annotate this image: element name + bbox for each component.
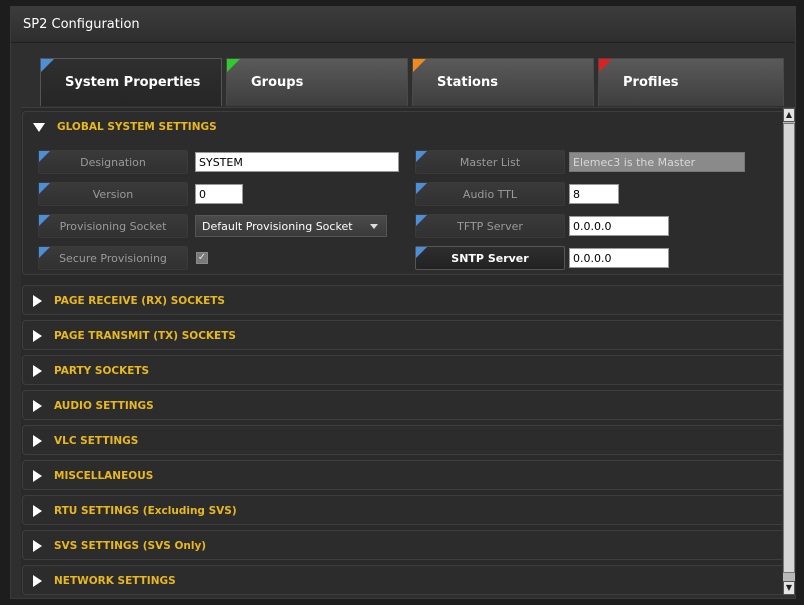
tab-label: Profiles — [623, 75, 679, 90]
miscellaneous-section[interactable]: MISCELLANEOUS — [22, 460, 795, 490]
expand-triangle-icon — [33, 400, 42, 412]
section-title: PARTY SOCKETS — [54, 365, 150, 377]
section-title: PAGE TRANSMIT (TX) SOCKETS — [54, 330, 236, 342]
flag-icon — [416, 247, 427, 258]
master-list-field: Elemec3 is the Master — [569, 152, 745, 172]
title-bar: SP2 Configuration — [11, 7, 795, 43]
section-header[interactable]: PARTY SOCKETS — [23, 356, 794, 386]
tab-system-properties[interactable]: System Properties — [40, 58, 222, 106]
global-system-settings-section: GLOBAL SYSTEM SETTINGS Designation SYSTE… — [22, 111, 795, 275]
tab-profiles[interactable]: Profiles — [598, 58, 784, 106]
section-title: GLOBAL SYSTEM SETTINGS — [57, 121, 217, 133]
designation-input[interactable]: SYSTEM — [195, 152, 399, 172]
expand-triangle-icon — [33, 575, 42, 587]
version-label: Version — [38, 182, 188, 206]
secure-provisioning-label-text: Secure Provisioning — [59, 251, 167, 265]
section-title: MISCELLANEOUS — [54, 470, 154, 482]
expand-triangle-icon — [33, 505, 42, 517]
expand-triangle-icon — [33, 540, 42, 552]
designation-label-text: Designation — [80, 155, 146, 169]
section-title: NETWORK SETTINGS — [54, 575, 176, 587]
party-sockets-section[interactable]: PARTY SOCKETS — [22, 355, 795, 385]
flag-icon — [416, 183, 427, 194]
settings-panel: GLOBAL SYSTEM SETTINGS Designation SYSTE… — [21, 107, 796, 595]
scroll-up-button[interactable]: ▲ — [783, 108, 795, 122]
provisioning-socket-dropdown[interactable]: Default Provisioning Socket — [195, 215, 387, 237]
section-title: SVS SETTINGS (SVS Only) — [54, 540, 207, 552]
section-header[interactable]: AUDIO SETTINGS — [23, 391, 794, 421]
flag-icon — [416, 151, 427, 162]
vertical-scrollbar[interactable]: ▲ ▼ — [782, 108, 795, 595]
window-title: SP2 Configuration — [23, 17, 140, 32]
master-list-label-text: Master List — [459, 155, 521, 169]
expand-triangle-icon — [33, 330, 42, 342]
flag-icon — [39, 215, 50, 226]
version-input[interactable]: 0 — [195, 184, 243, 204]
master-list-label: Master List — [415, 150, 565, 174]
red-flag-icon — [599, 59, 612, 72]
expand-triangle-icon — [33, 295, 42, 307]
flag-icon — [416, 215, 427, 226]
section-header[interactable]: SVS SETTINGS (SVS Only) — [23, 531, 794, 561]
section-header[interactable]: MISCELLANEOUS — [23, 461, 794, 491]
rtu-settings-section[interactable]: RTU SETTINGS (Excluding SVS) — [22, 495, 795, 525]
sp2-configuration-window: SP2 Configuration System Properties Grou… — [10, 6, 796, 599]
orange-flag-icon — [413, 59, 426, 72]
sntp-server-label-text: SNTP Server — [451, 251, 529, 265]
secure-provisioning-label: Secure Provisioning — [38, 246, 188, 270]
blue-flag-icon — [41, 59, 54, 72]
section-header[interactable]: NETWORK SETTINGS — [23, 566, 794, 596]
vlc-settings-section[interactable]: VLC SETTINGS — [22, 425, 795, 455]
audio-ttl-input[interactable]: 8 — [569, 184, 619, 204]
network-settings-section[interactable]: NETWORK SETTINGS — [22, 565, 795, 595]
audio-ttl-label: Audio TTL — [415, 182, 565, 206]
tftp-server-label-text: TFTP Server — [457, 219, 523, 233]
tab-stations[interactable]: Stations — [412, 58, 594, 106]
section-header[interactable]: VLC SETTINGS — [23, 426, 794, 456]
expand-triangle-icon — [33, 470, 42, 482]
tftp-server-input[interactable]: 0.0.0.0 — [569, 216, 669, 236]
tab-bar: System Properties Groups Stations Profil… — [40, 58, 785, 106]
section-title: RTU SETTINGS (Excluding SVS) — [54, 505, 237, 517]
section-title: VLC SETTINGS — [54, 435, 139, 447]
green-flag-icon — [227, 59, 240, 72]
flag-icon — [39, 247, 50, 258]
expand-triangle-icon — [33, 435, 42, 447]
section-header[interactable]: PAGE RECEIVE (RX) SOCKETS — [23, 286, 794, 316]
sntp-server-label: SNTP Server — [415, 246, 565, 270]
tab-groups[interactable]: Groups — [226, 58, 408, 106]
tab-label: System Properties — [65, 75, 201, 90]
provisioning-socket-label-text: Provisioning Socket — [59, 219, 167, 233]
scrollbar-thumb[interactable] — [783, 123, 795, 573]
secure-provisioning-checkbox[interactable]: ✓ — [196, 252, 208, 264]
section-header[interactable]: RTU SETTINGS (Excluding SVS) — [23, 496, 794, 526]
tftp-server-label: TFTP Server — [415, 214, 565, 238]
collapse-triangle-icon — [33, 122, 45, 132]
chevron-down-icon — [370, 224, 378, 229]
section-title: PAGE RECEIVE (RX) SOCKETS — [54, 295, 225, 307]
tab-label: Stations — [437, 75, 498, 90]
designation-label: Designation — [38, 150, 188, 174]
audio-ttl-label-text: Audio TTL — [462, 187, 518, 201]
svs-settings-section[interactable]: SVS SETTINGS (SVS Only) — [22, 530, 795, 560]
section-title: AUDIO SETTINGS — [54, 400, 154, 412]
flag-icon — [39, 183, 50, 194]
section-header[interactable]: PAGE TRANSMIT (TX) SOCKETS — [23, 321, 794, 351]
tab-label: Groups — [251, 75, 304, 90]
version-label-text: Version — [92, 187, 134, 201]
global-system-settings-header[interactable]: GLOBAL SYSTEM SETTINGS — [23, 112, 794, 142]
page-receive-sockets-section[interactable]: PAGE RECEIVE (RX) SOCKETS — [22, 285, 795, 315]
flag-icon — [39, 151, 50, 162]
expand-triangle-icon — [33, 365, 42, 377]
scroll-down-button[interactable]: ▼ — [783, 581, 795, 595]
provisioning-socket-label: Provisioning Socket — [38, 214, 188, 238]
dropdown-value: Default Provisioning Socket — [202, 219, 353, 233]
sntp-server-input[interactable]: 0.0.0.0 — [569, 248, 669, 268]
page-transmit-sockets-section[interactable]: PAGE TRANSMIT (TX) SOCKETS — [22, 320, 795, 350]
audio-settings-section[interactable]: AUDIO SETTINGS — [22, 390, 795, 420]
